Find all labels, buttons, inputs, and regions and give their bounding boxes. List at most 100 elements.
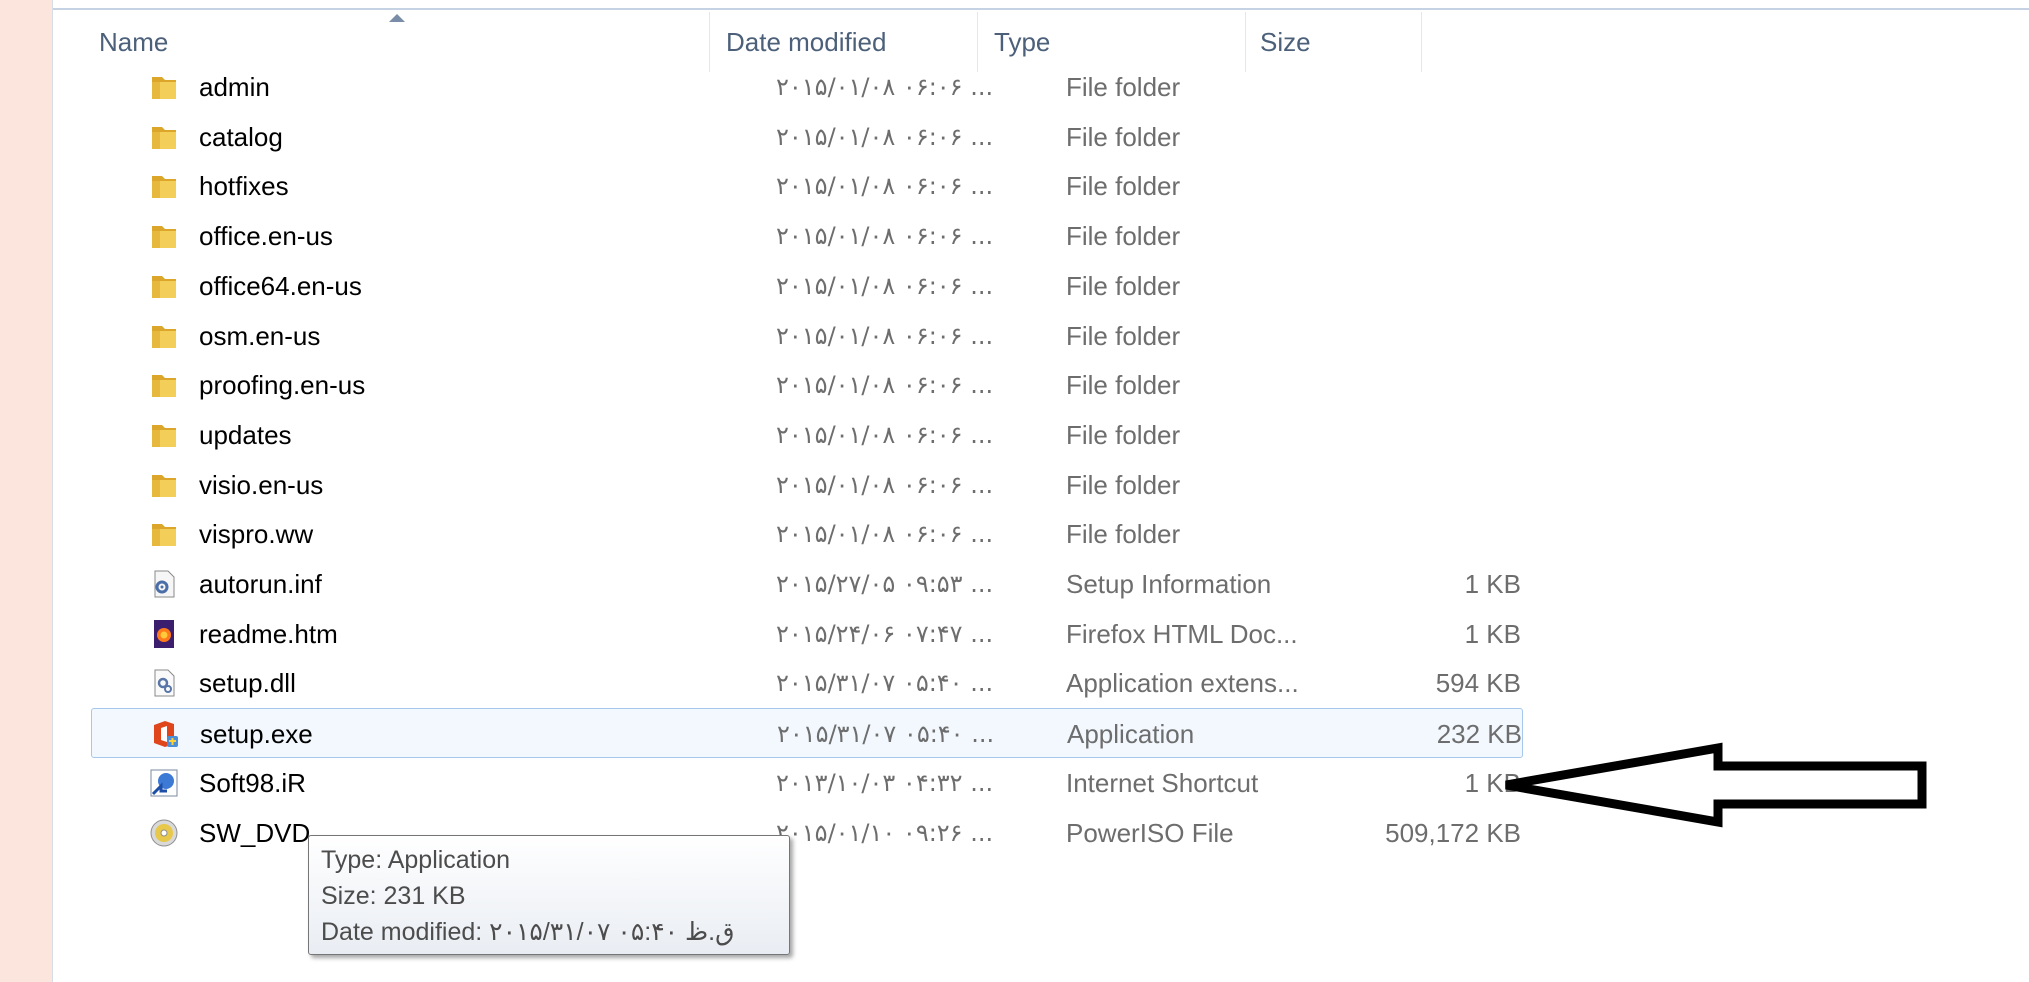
file-row[interactable]: office.en-us ۲۰۱۵/۰۱/۰۸ ۰۶:۰۶ ... File fol…	[91, 211, 1523, 261]
folder-icon	[149, 171, 179, 201]
file-row[interactable]: updates ۲۰۱۵/۰۱/۰۸ ۰۶:۰۶ ... File folder	[91, 410, 1523, 460]
file-row[interactable]: vispro.ww ۲۰۱۵/۰۱/۰۸ ۰۶:۰۶ ... File folder	[91, 509, 1523, 559]
file-type: Setup Information	[1066, 569, 1272, 599]
file-name: autorun.inf	[199, 569, 322, 599]
file-date-modified: ۲۰۱۵/۰۱/۰۸ ۰۶:۰۶ ...	[776, 470, 994, 499]
file-date-modified: ۲۰۱۵/۰۱/۰۸ ۰۶:۰۶ ...	[776, 271, 994, 300]
file-name: catalog	[199, 121, 283, 152]
file-type: File folder	[1066, 72, 1181, 102]
file-name: Soft98.iR	[199, 767, 306, 798]
file-name: proofing.en-us	[199, 370, 366, 401]
folder-icon	[149, 122, 179, 152]
file-type: Application extens...	[1066, 668, 1299, 699]
file-size: 1 KB	[1464, 569, 1521, 599]
file-name: readme.htm	[199, 618, 338, 649]
file-name: office.en-us	[199, 221, 333, 252]
file-size	[1301, 261, 1521, 311]
tooltip-date: Date modified: ۲۰۱۵/۳۱/۰۷ ق.ظ ۰۵:۴۰	[321, 918, 735, 946]
file-row[interactable]: Soft98.iR ۲۰۱۳/۱۰/۰۳ ۰۴:۳۲ ... Internet Sh…	[91, 758, 1523, 808]
file-type: Internet Shortcut	[1066, 767, 1259, 798]
folder-icon	[149, 519, 179, 549]
file-size	[1301, 161, 1521, 211]
file-size	[1301, 311, 1521, 361]
file-size: 1 KB	[1464, 767, 1521, 798]
file-row[interactable]: setup.dll ۲۰۱۵/۳۱/۰۷ ۰۵:۴۰ ... Application…	[91, 658, 1523, 708]
file-row[interactable]: proofing.en-us ۲۰۱۵/۰۱/۰۸ ۰۶:۰۶ ... File f…	[91, 360, 1523, 410]
file-date-modified: ۲۰۱۵/۰۱/۰۸ ۰۶:۰۶ ...	[776, 73, 994, 101]
file-date-modified: ۲۰۱۵/۰۱/۰۸ ۰۶:۰۶ ...	[776, 371, 994, 400]
folder-icon	[149, 72, 179, 102]
file-date-modified: ۲۰۱۵/۲۷/۰۵ ۰۹:۵۳ ...	[776, 570, 994, 598]
file-date-modified: ۲۰۱۳/۱۰/۰۳ ۰۴:۳۲ ...	[776, 768, 994, 797]
file-size: 1 KB	[1464, 618, 1521, 649]
folder-icon	[149, 271, 179, 301]
file-row[interactable]: hotfixes ۲۰۱۵/۰۱/۰۸ ۰۶:۰۶ ... File folder	[91, 161, 1523, 211]
file-type: File folder	[1066, 171, 1181, 202]
file-type: File folder	[1066, 469, 1181, 500]
file-size	[1301, 112, 1521, 162]
file-size: 509,172 KB	[1385, 817, 1521, 848]
file-type: File folder	[1066, 519, 1181, 550]
folder-icon	[149, 420, 179, 450]
file-name: updates	[199, 419, 292, 450]
file-type: File folder	[1066, 370, 1181, 401]
file-size: 232 KB	[1436, 719, 1522, 750]
file-type: Firefox HTML Doc...	[1066, 618, 1298, 649]
tooltip-type: Type: Application	[321, 846, 511, 874]
file-row[interactable]: office64.en-us ۲۰۱۵/۰۱/۰۸ ۰۶:۰۶ ... File f…	[91, 261, 1523, 311]
file-size	[1301, 460, 1521, 510]
arrow-left-icon	[1505, 742, 1927, 828]
file-size	[1301, 211, 1521, 261]
file-type: File folder	[1066, 270, 1181, 301]
tooltip-size: Size: 231 KB	[321, 882, 466, 910]
file-size	[1301, 62, 1521, 112]
file-date-modified: ۲۰۱۵/۰۱/۰۸ ۰۶:۰۶ ...	[776, 321, 994, 350]
folder-icon	[149, 321, 179, 351]
file-list-pane: Name Date modified Type Size admin ۲۰۱۵/۰…	[52, 0, 2029, 982]
file-row[interactable]: visio.en-us ۲۰۱۵/۰۱/۰۸ ۰۶:۰۶ ... File fold…	[91, 460, 1523, 510]
file-row[interactable]: admin ۲۰۱۵/۰۱/۰۸ ۰۶:۰۶ ... File folder	[91, 62, 1523, 112]
file-date-modified: ۲۰۱۵/۳۱/۰۷ ۰۵:۴۰ ...	[776, 669, 994, 698]
settings-file-icon	[149, 569, 179, 599]
file-type: Application	[1067, 719, 1195, 750]
file-type: File folder	[1066, 320, 1181, 351]
folder-icon	[149, 370, 179, 400]
disc-image-icon	[149, 818, 179, 848]
file-name: hotfixes	[199, 171, 289, 202]
file-date-modified: ۲۰۱۵/۰۱/۱۰ ۰۹:۲۶ ...	[776, 818, 994, 847]
internet-shortcut-icon	[149, 768, 179, 798]
folder-icon	[149, 221, 179, 251]
file-type: File folder	[1066, 221, 1181, 252]
file-size: 594 KB	[1435, 668, 1521, 699]
dll-file-icon	[149, 668, 179, 698]
file-size	[1301, 509, 1521, 559]
file-name: osm.en-us	[199, 320, 321, 351]
file-size	[1301, 410, 1521, 460]
file-date-modified: ۲۰۱۵/۰۱/۰۸ ۰۶:۰۶ ...	[776, 222, 994, 251]
file-row[interactable]: osm.en-us ۲۰۱۵/۰۱/۰۸ ۰۶:۰۶ ... File folder	[91, 311, 1523, 361]
file-type: File folder	[1066, 419, 1181, 450]
file-date-modified: ۲۰۱۵/۳۱/۰۷ ۰۵:۴۰ ...	[777, 720, 995, 749]
file-date-modified: ۲۰۱۵/۰۱/۰۸ ۰۶:۰۶ ...	[776, 172, 994, 201]
file-name: vispro.ww	[199, 519, 314, 550]
file-row[interactable]: autorun.inf ۲۰۱۵/۲۷/۰۵ ۰۹:۵۳ ... Setup Inf…	[91, 559, 1523, 609]
file-type: File folder	[1066, 121, 1181, 152]
file-date-modified: ۲۰۱۵/۰۱/۰۸ ۰۶:۰۶ ...	[776, 520, 994, 549]
file-name: admin	[199, 72, 270, 102]
file-row[interactable]: setup.exe ۲۰۱۵/۳۱/۰۷ ۰۵:۴۰ ... Application…	[91, 708, 1523, 759]
file-name: setup.dll	[199, 668, 296, 699]
header-top-border	[53, 8, 2029, 10]
folder-icon	[149, 470, 179, 500]
file-row[interactable]: readme.htm ۲۰۱۵/۲۴/۰۶ ۰۷:۴۷ ... Firefox HT…	[91, 609, 1523, 659]
file-date-modified: ۲۰۱۵/۰۱/۰۸ ۰۶:۰۶ ...	[776, 420, 994, 449]
file-date-modified: ۲۰۱۵/۲۴/۰۶ ۰۷:۴۷ ...	[776, 619, 994, 648]
file-name: visio.en-us	[199, 469, 324, 500]
file-date-modified: ۲۰۱۵/۰۱/۰۸ ۰۶:۰۶ ...	[776, 122, 994, 151]
file-info-tooltip: Type: Application Size: 231 KB Date modi…	[308, 835, 790, 955]
file-name: office64.en-us	[199, 270, 362, 301]
file-row[interactable]: SW_DVD ۲۰۱۵/۰۱/۱۰ ۰۹:۲۶ ... PowerISO File 5…	[91, 808, 1523, 858]
file-row[interactable]: catalog ۲۰۱۵/۰۱/۰۸ ۰۶:۰۶ ... File folder	[91, 112, 1523, 162]
firefox-document-icon	[149, 619, 179, 649]
file-size	[1301, 360, 1521, 410]
file-name: setup.exe	[200, 719, 313, 750]
